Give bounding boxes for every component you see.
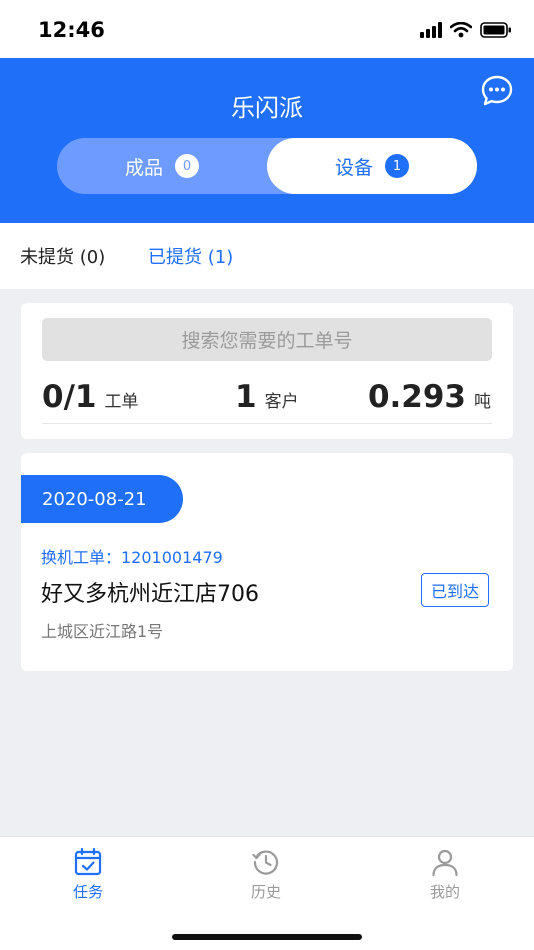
chat-bubble-icon[interactable] [480,74,514,108]
signal-icon [420,22,442,38]
search-input[interactable]: 搜索您需要的工单号 [42,318,492,361]
order-number: 换机工单：1201001479 [41,548,223,567]
calendar-check-icon [74,847,102,876]
pickup-status-tabs: 未提货 (0) 已提货 (1) [0,223,534,289]
status-time: 12:46 [38,18,105,42]
tab-task[interactable]: 任务 [38,847,138,902]
stat-value: 1 [235,379,257,415]
status-icons [420,22,512,38]
stat-customers: 1 客户 [235,379,299,415]
arrived-status-button[interactable]: 已到达 [421,573,489,607]
stat-tons: 0.293 吨 [368,379,491,415]
work-order-card[interactable]: 2020-08-21 换机工单：1201001479 好又多杭州近江店706 上… [21,453,513,671]
stat-unit: 客户 [264,392,299,412]
history-icon [252,850,279,875]
tab-label: 我的 [429,883,460,901]
home-indicator-area [0,906,534,950]
tab-unpicked[interactable]: 未提货 (0) [20,243,105,269]
stat-value: 0/1 [42,379,97,415]
date-label: 2020-08-21 [21,475,183,523]
tab-me[interactable]: 我的 [395,847,495,902]
store-name: 好又多杭州近江店706 [41,582,259,607]
home-indicator[interactable] [172,934,362,940]
segment-label: 成品 [124,156,163,179]
count-badge: 1 [385,154,409,178]
wifi-icon [450,22,472,38]
bottom-tab-bar: 任务 历史 我的 [0,836,534,906]
tab-picked[interactable]: 已提货 (1) [148,243,233,269]
status-bar: 12:46 [0,0,534,58]
stat-unit: 吨 [474,392,491,412]
category-segmented-control: 成品 0 设备 1 [57,138,477,194]
user-icon [432,849,458,877]
tab-label: 历史 [250,883,281,901]
segment-equipment[interactable]: 设备 1 [267,138,477,194]
stat-unit: 工单 [104,392,139,412]
tab-history[interactable]: 历史 [216,847,316,902]
segment-finished-goods[interactable]: 成品 0 [57,138,267,194]
divider [42,423,492,424]
count-badge: 0 [175,154,199,178]
store-address: 上城区近江路1号 [41,622,164,641]
stat-value: 0.293 [367,379,466,415]
page-title: 乐闪派 [231,94,303,122]
stat-orders: 0/1 工单 [42,379,138,415]
battery-icon [480,22,511,38]
tab-label: 任务 [72,883,103,901]
summary-card: 搜索您需要的工单号 0/1 工单 1 客户 0.293 吨 [21,303,513,439]
app-header: 乐闪派 成品 0 设备 1 [0,58,534,223]
segment-label: 设备 [334,156,373,179]
